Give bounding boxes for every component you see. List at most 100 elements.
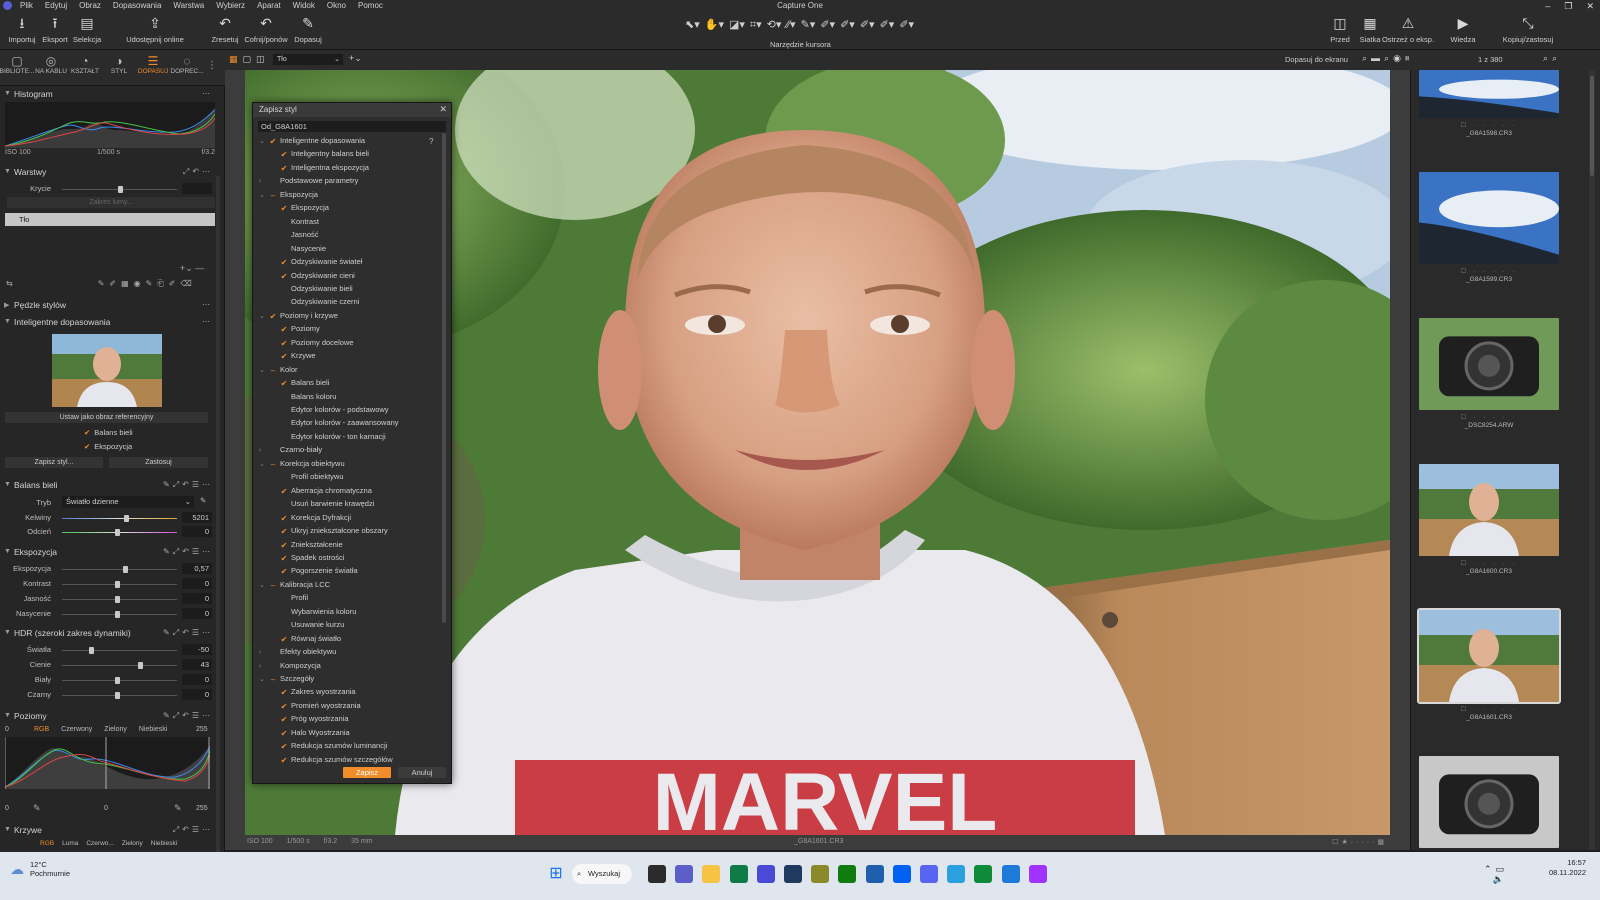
style-option-item[interactable]: Profil — [270, 591, 308, 604]
dialog-scrollbar[interactable] — [442, 133, 446, 623]
checkbox-icon[interactable]: ✔ — [280, 353, 288, 361]
menu-item[interactable]: Aparat — [251, 1, 287, 11]
checkbox-icon[interactable]: ✔ — [280, 259, 288, 267]
slider-row[interactable]: Kelwiny 5201 — [0, 511, 219, 525]
style-option-item[interactable]: Usuwanie kurzu — [270, 618, 344, 631]
checkbox-icon[interactable] — [269, 176, 277, 184]
cursor-tool-icon[interactable]: ∕∕▾ — [786, 18, 795, 32]
style-option-item[interactable]: ✔ Spadek ostrości — [270, 551, 345, 564]
checkbox-icon[interactable]: – — [269, 191, 277, 200]
style-option-item[interactable]: ✔ Zniekształcenie — [270, 538, 343, 551]
style-option-item[interactable]: Edytor kolorów - ton karnacji — [270, 430, 386, 443]
toolbar-button[interactable]: ⚠ Ostrzeż o eksp. — [1382, 15, 1434, 44]
checkbox-icon[interactable] — [280, 499, 288, 507]
slider-track[interactable] — [62, 611, 177, 618]
more-icon[interactable]: ⋯ — [202, 317, 213, 326]
style-option-item[interactable]: Kontrast — [270, 215, 319, 228]
slider-knob[interactable] — [115, 596, 121, 603]
slider-value[interactable]: 0 — [182, 593, 212, 604]
slider-value[interactable]: 0 — [182, 674, 212, 685]
checkbox-icon[interactable] — [280, 418, 288, 426]
checkbox-icon[interactable] — [280, 593, 288, 601]
style-option-item[interactable]: ⌄ – Kalibracja LCC — [259, 578, 330, 591]
style-brushes-header[interactable]: ▶ Pędzle stylów ⋯ — [0, 297, 219, 312]
style-option-item[interactable]: ⌄ ✔ Poziomy i krzywe — [259, 309, 338, 322]
checkbox-icon[interactable]: ✔ — [280, 743, 288, 751]
windows-start-icon[interactable]: ⊞ — [547, 865, 565, 883]
smart-adjust-checkbox[interactable]: ✔ Balans bieli — [84, 428, 133, 437]
filmstrip-scrollbar[interactable] — [1589, 70, 1595, 850]
toolbar-button[interactable]: ✎ Dopasuj — [288, 15, 328, 44]
curves-header[interactable]: ▼ Krzywe ⤢↶☰⋯ — [0, 822, 219, 837]
slider-row[interactable]: Nasycenie 0 — [0, 607, 219, 621]
layer-tools-icons[interactable]: ⇆ ✎✐▦◉✎⎗✐⌫ — [6, 279, 216, 289]
tray-icons[interactable]: ⌃▭🔈 — [1484, 864, 1508, 884]
style-option-item[interactable]: ✔ Odzyskiwanie świateł — [270, 255, 363, 268]
levels-tab[interactable]: Niebieski — [139, 726, 167, 733]
hdr-header[interactable]: ▼ HDR (szeroki zakres dynamiki) ✎⤢↶☰⋯ — [0, 625, 219, 640]
save-style-button[interactable]: Zapisz styl... — [5, 457, 103, 468]
style-option-item[interactable]: Jasność — [270, 228, 319, 241]
checkbox-icon[interactable]: ✔ — [280, 689, 288, 697]
style-option-item[interactable]: Edytor kolorów - zaawansowany — [270, 416, 399, 429]
slider-value[interactable]: 0 — [182, 526, 212, 537]
style-option-item[interactable]: Odzyskiwanie bieli — [270, 282, 353, 295]
capture-one-icon[interactable] — [756, 865, 775, 883]
panel-tools-icons[interactable]: ✎⤢↶☰⋯ — [163, 480, 213, 490]
close-icon[interactable]: ✕ — [439, 104, 447, 115]
style-option-item[interactable]: ✔ Balans bieli — [270, 376, 330, 389]
task-view-icon[interactable] — [648, 865, 666, 883]
slider-row[interactable]: Światła -50 — [0, 643, 219, 657]
thumbnail-rating[interactable]: ☐ · · · · · — [1419, 414, 1559, 421]
style-option-item[interactable]: ✔ Równaj światło — [270, 632, 341, 645]
slider-track[interactable] — [62, 581, 177, 588]
search-icon[interactable]: ⌕⌕ — [1543, 53, 1561, 64]
levels-input-min[interactable]: 0 — [5, 726, 9, 733]
slider-row[interactable]: Jasność 0 — [0, 592, 219, 606]
smart-adjust-checkbox[interactable]: ✔ Ekspozycja — [84, 442, 132, 451]
teams-icon[interactable] — [675, 865, 694, 883]
trello-icon[interactable] — [892, 865, 911, 883]
menu-item[interactable]: Dopasowania — [107, 1, 167, 11]
toolbar-button[interactable]: ▤ Selekcja — [67, 15, 107, 44]
cursor-tool-icon[interactable]: ✐▾ — [820, 18, 835, 32]
menu-item[interactable]: Wybierz — [210, 1, 251, 11]
checkbox-icon[interactable]: ✔ — [280, 164, 288, 173]
slider-track[interactable] — [62, 692, 177, 699]
checkbox-icon[interactable]: ✔ — [280, 528, 288, 536]
levels-output-mid[interactable]: 0 — [104, 805, 108, 812]
save-button[interactable]: Zapisz — [343, 767, 391, 778]
help-icon[interactable]: ? — [429, 137, 433, 146]
checkbox-icon[interactable]: ✔ — [280, 514, 288, 523]
slider-track[interactable] — [62, 662, 177, 669]
cursor-tool-icon[interactable]: ✐▾ — [840, 18, 855, 32]
tool-tab[interactable]: ◑ STYL — [102, 54, 136, 75]
chat-icon[interactable] — [1001, 865, 1020, 883]
panel-tools-icons[interactable]: ✎⤢↶☰⋯ — [163, 547, 213, 557]
curves-tab[interactable]: Czerwo... — [86, 840, 113, 847]
view-mode-icons[interactable]: ▦▢◫ — [229, 54, 270, 65]
opacity-knob[interactable] — [118, 186, 123, 193]
slider-knob[interactable] — [123, 566, 129, 573]
slider-value[interactable]: 0 — [182, 689, 212, 700]
telegram-icon[interactable] — [947, 865, 966, 883]
checkbox-icon[interactable]: – — [269, 581, 277, 590]
style-option-item[interactable]: › Podstawowe parametry — [259, 174, 358, 187]
style-option-item[interactable]: ✔ Redukcja szumów szczegółów — [270, 753, 393, 766]
file-explorer-icon[interactable] — [702, 865, 721, 883]
cursor-tool-icon[interactable]: ⬉▾ — [685, 18, 700, 32]
slider-knob[interactable] — [115, 581, 121, 588]
slider-value[interactable]: 0,57 — [182, 563, 212, 574]
luma-range-button[interactable]: Zakres lumy... — [7, 197, 215, 208]
checkbox-icon[interactable]: ✔ — [280, 326, 288, 334]
checkbox-icon[interactable]: ✔ — [280, 205, 288, 213]
style-option-item[interactable]: ✔ Redukcja szumów luminancji — [270, 739, 388, 752]
style-option-item[interactable]: ✔ Inteligentny balans bieli — [270, 147, 369, 160]
cursor-tool-icon[interactable]: ✐▾ — [880, 18, 895, 32]
checkbox-icon[interactable]: ✔ — [280, 272, 288, 281]
style-option-item[interactable]: ✔ Korekcja Dyfrakcji — [270, 511, 351, 524]
slider-row[interactable]: Biały 0 — [0, 673, 219, 687]
curves-tab[interactable]: RGB — [40, 840, 54, 847]
store-icon[interactable] — [729, 865, 748, 883]
style-option-item[interactable]: ✔ Halo Wyostrzania — [270, 726, 350, 739]
